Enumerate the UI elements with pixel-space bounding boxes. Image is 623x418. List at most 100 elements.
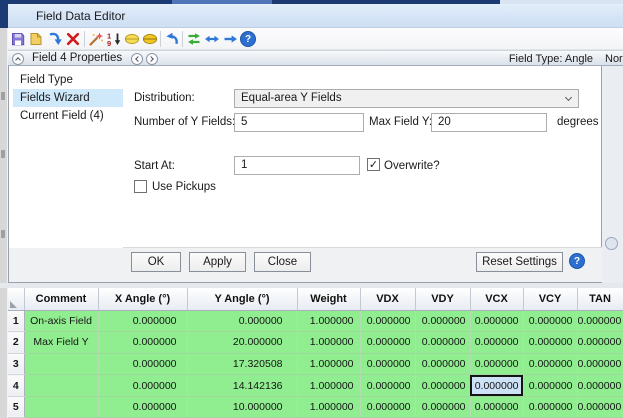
cell-weight[interactable]: 1.000000 [297, 396, 360, 418]
cell-x-angle[interactable]: 0.000000 [98, 396, 187, 418]
cell-comment[interactable] [24, 396, 98, 418]
col-header-tan[interactable]: TAN [577, 288, 623, 310]
cell-comment[interactable]: Max Field Y [24, 332, 98, 354]
field-data-grid: Comment X Angle (°) Y Angle (°) Weight V… [8, 288, 623, 418]
adjacent-panel-fragment [602, 66, 623, 283]
cell-tan[interactable]: 0.000000 [577, 375, 623, 397]
help-icon[interactable]: ? [240, 31, 256, 47]
cell-vdy[interactable]: 0.000000 [415, 375, 470, 397]
cell-y-angle[interactable]: 10.000000 [187, 396, 297, 418]
cell-tan[interactable]: 0.000000 [577, 353, 623, 375]
title-bar[interactable]: Field Data Editor [8, 4, 623, 28]
cell-vcy[interactable]: 0.000000 [523, 353, 577, 375]
toolbar: 19 ? [8, 28, 623, 50]
cell-vdx[interactable]: 0.000000 [360, 396, 415, 418]
cell-weight[interactable]: 1.000000 [297, 375, 360, 397]
chevron-up-icon [15, 57, 21, 63]
cell-comment[interactable]: On-axis Field [24, 310, 98, 332]
cell-vcx[interactable]: 0.000000 [470, 310, 523, 332]
cell-vcy[interactable]: 0.000000 [523, 396, 577, 418]
table-row: 5 0.000000 10.000000 1.000000 0.000000 0… [8, 396, 623, 418]
save-icon[interactable] [10, 31, 26, 47]
row-header[interactable]: 4 [8, 375, 24, 397]
ok-button[interactable]: OK [131, 252, 181, 272]
cell-vcx[interactable]: 0.000000 [470, 332, 523, 354]
close-button[interactable]: Close [254, 252, 311, 272]
row-header[interactable]: 1 [8, 310, 24, 332]
table-row: 3 0.000000 17.320508 1.000000 0.000000 0… [8, 353, 623, 375]
use-pickups-checkbox[interactable] [134, 180, 147, 193]
max-field-y-input[interactable]: 20 [431, 113, 547, 132]
col-header-vcy[interactable]: VCY [523, 288, 577, 310]
select-all-corner[interactable] [8, 288, 24, 310]
cell-vdy[interactable]: 0.000000 [415, 332, 470, 354]
cell-y-angle[interactable]: 0.000000 [187, 310, 297, 332]
col-header-y-angle[interactable]: Y Angle (°) [187, 288, 297, 310]
start-at-input[interactable]: 1 [234, 156, 360, 175]
table-row: 4 0.000000 14.142136 1.000000 0.000000 0… [8, 375, 623, 397]
col-header-vcx[interactable]: VCX [470, 288, 523, 310]
undo-icon[interactable] [164, 31, 180, 47]
forward-arrow-icon[interactable] [222, 31, 238, 47]
ellipse-filled-icon[interactable] [142, 31, 158, 47]
col-header-vdy[interactable]: VDY [415, 288, 470, 310]
sidebar-item-field-type[interactable]: Field Type [13, 71, 123, 89]
row-header[interactable]: 3 [8, 353, 24, 375]
sidebar-item-fields-wizard[interactable]: Fields Wizard [13, 89, 123, 107]
col-header-weight[interactable]: Weight [297, 288, 360, 310]
cell-vdx[interactable]: 0.000000 [360, 332, 415, 354]
row-header[interactable]: 2 [8, 332, 24, 354]
sidebar-item-current-field[interactable]: Current Field (4) [13, 107, 123, 125]
ellipse-outline-icon[interactable] [124, 31, 140, 47]
previous-field-button[interactable] [131, 53, 143, 65]
reset-settings-button[interactable]: Reset Settings [476, 252, 563, 272]
cell-tan[interactable]: 0.000000 [577, 396, 623, 418]
open-file-icon[interactable] [28, 31, 44, 47]
cell-vdy[interactable]: 0.000000 [415, 353, 470, 375]
distribution-select[interactable]: Equal-area Y Fields [234, 89, 579, 108]
cell-vdy[interactable]: 0.000000 [415, 396, 470, 418]
cell-x-angle[interactable]: 0.000000 [98, 375, 187, 397]
cell-y-angle[interactable]: 14.142136 [187, 375, 297, 397]
delete-field-icon[interactable] [65, 31, 81, 47]
cell-x-angle[interactable]: 0.000000 [98, 353, 187, 375]
cell-vcy[interactable]: 0.000000 [523, 310, 577, 332]
cell-comment[interactable] [24, 353, 98, 375]
fields-wizard-icon[interactable] [88, 31, 104, 47]
apply-button[interactable]: Apply [189, 252, 246, 272]
cell-vcy[interactable]: 0.000000 [523, 375, 577, 397]
row-header[interactable]: 5 [8, 396, 24, 418]
selected-cell-vcx[interactable]: 0.000000 [470, 375, 523, 397]
corner-triangle-icon [10, 301, 17, 308]
overwrite-checkbox[interactable]: ✓ [367, 158, 380, 171]
cell-vcy[interactable]: 0.000000 [523, 332, 577, 354]
col-header-x-angle[interactable]: X Angle (°) [98, 288, 187, 310]
cell-vdx[interactable]: 0.000000 [360, 310, 415, 332]
cell-vdx[interactable]: 0.000000 [360, 353, 415, 375]
insert-field-icon[interactable] [47, 31, 63, 47]
wizard-help-icon[interactable]: ? [569, 253, 585, 269]
cell-y-angle[interactable]: 17.320508 [187, 353, 297, 375]
cell-comment[interactable] [24, 375, 98, 397]
cell-tan[interactable]: 0.000000 [577, 310, 623, 332]
cell-weight[interactable]: 1.000000 [297, 353, 360, 375]
cell-weight[interactable]: 1.000000 [297, 310, 360, 332]
cell-vcx[interactable]: 0.000000 [470, 353, 523, 375]
number-of-y-fields-input[interactable]: 5 [234, 113, 364, 132]
cell-vcx[interactable]: 0.000000 [470, 396, 523, 418]
col-header-comment[interactable]: Comment [24, 288, 98, 310]
swap-fields-icon[interactable] [186, 31, 202, 47]
cell-weight[interactable]: 1.000000 [297, 332, 360, 354]
cell-vdy[interactable]: 0.000000 [415, 310, 470, 332]
collapse-panel-button[interactable] [12, 53, 24, 65]
double-arrow-icon[interactable] [204, 31, 220, 47]
sort-fields-icon[interactable]: 19 [106, 31, 122, 47]
cell-tan[interactable]: 0.000000 [577, 332, 623, 354]
col-header-vdx[interactable]: VDX [360, 288, 415, 310]
table-row: 1 On-axis Field 0.000000 0.000000 1.0000… [8, 310, 623, 332]
cell-vdx[interactable]: 0.000000 [360, 375, 415, 397]
cell-x-angle[interactable]: 0.000000 [98, 332, 187, 354]
cell-y-angle[interactable]: 20.000000 [187, 332, 297, 354]
cell-x-angle[interactable]: 0.000000 [98, 310, 187, 332]
next-field-button[interactable] [146, 53, 158, 65]
